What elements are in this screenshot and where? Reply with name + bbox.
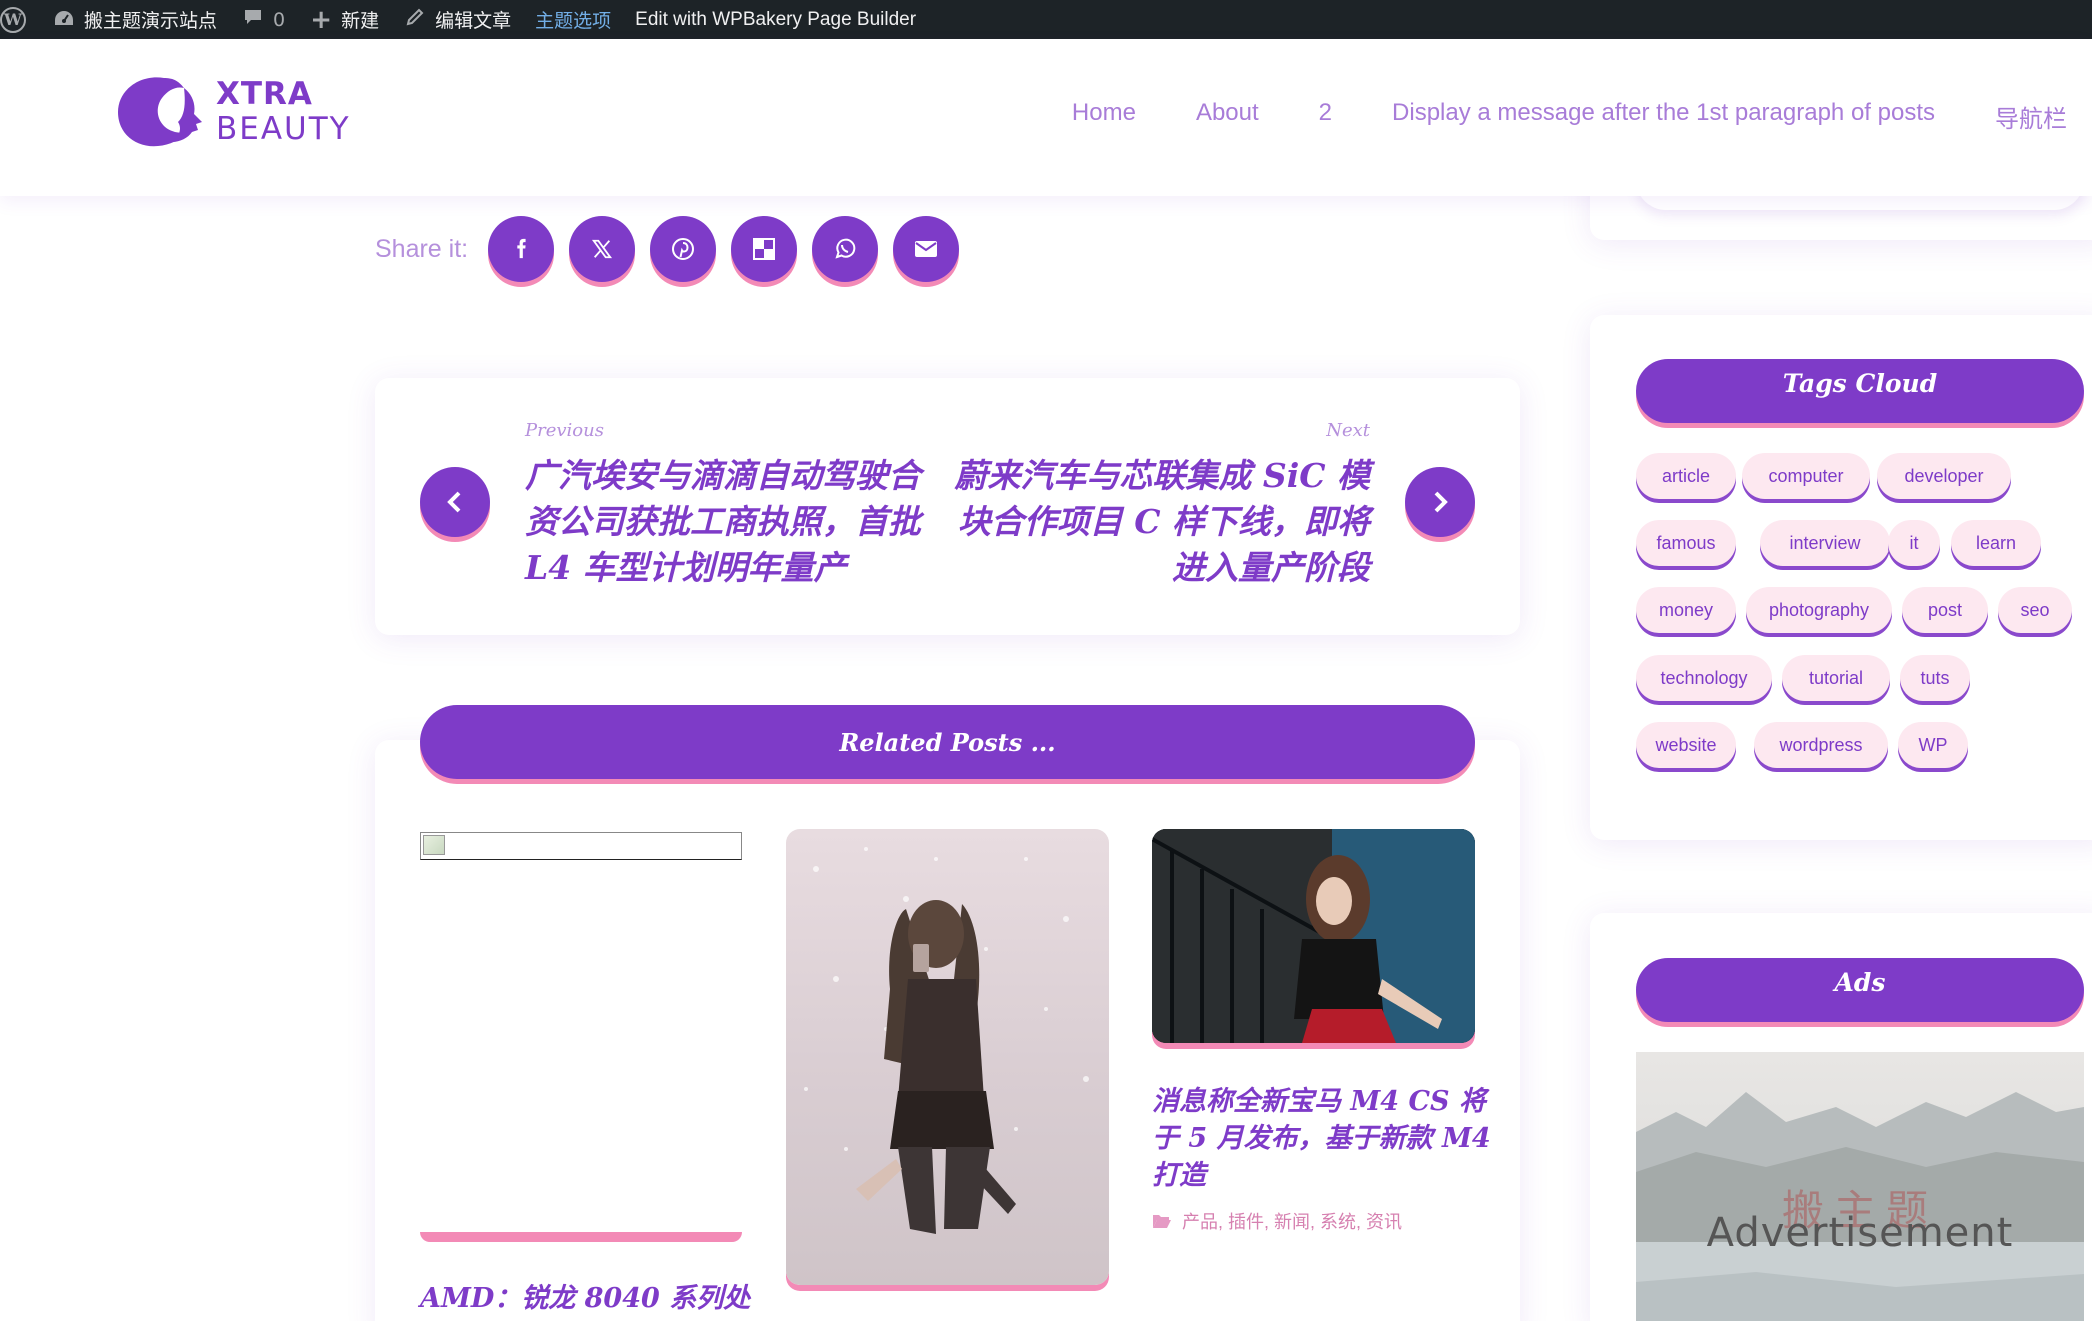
post-navigation: Previous 广汽埃安与滴滴自动驾驶合 资公司获批工商执照，首批 L4 车型… [375, 378, 1520, 635]
related-post-1-title[interactable]: AMD：锐龙 8040 系列处 [420, 1280, 750, 1317]
theme-options-label: 主题选项 [535, 10, 612, 32]
pinterest-icon [672, 238, 695, 260]
nav-item-home[interactable]: Home [1072, 99, 1136, 134]
chevron-right-icon [1434, 491, 1448, 513]
woman-on-stairs-photo [1152, 829, 1475, 1043]
edit-post-label: 编辑文章 [435, 10, 512, 32]
site-name-label: 搬主题演示站点 [84, 10, 218, 32]
comment-bubble-icon [241, 7, 265, 32]
tags-cloud-header: Tags Cloud [1636, 359, 2084, 423]
comments-count: 0 [273, 8, 286, 31]
admin-bar: W 搬主题演示站点 0 + 新建 编辑文章 主题选项 Edit with WPB… [0, 0, 2092, 39]
chevron-left-icon [447, 491, 461, 513]
next-title-line: 进入量产阶段 [1172, 548, 1370, 587]
wpbakery-label: Edit with WPBakery Page Builder [635, 8, 917, 30]
related-post-3-image[interactable] [1152, 829, 1475, 1043]
next-title-line: 块合作项目 C 样下线，即将 [957, 502, 1370, 541]
share-facebook-button[interactable] [488, 216, 555, 282]
whatsapp-icon [835, 238, 856, 259]
related-post-3-title-line: 打造 [1152, 1160, 1206, 1191]
x-icon [592, 239, 613, 259]
related-post-2-image[interactable] [786, 829, 1109, 1285]
wpbakery-link[interactable]: Edit with WPBakery Page Builder [623, 0, 928, 39]
tag-seo[interactable]: seo [1998, 587, 2072, 633]
next-post-title[interactable]: 蔚来汽车与芯联集成 SiC 模 块合作项目 C 样下线，即将 进入量产阶段 [954, 453, 1370, 591]
edit-post-link[interactable]: 编辑文章 [391, 0, 523, 39]
dashboard-icon [52, 8, 76, 32]
nav-item-display-message[interactable]: Display a message after the 1st paragrap… [1392, 99, 1935, 134]
share-email-button[interactable] [893, 216, 960, 282]
next-label: Next [1326, 420, 1370, 441]
logo-line2: BEAUTY [216, 111, 351, 147]
folder-open-icon [1153, 1215, 1171, 1228]
ad-text: Advertisement [1706, 1210, 2014, 1256]
tag-article[interactable]: article [1636, 453, 1736, 499]
share-delicious-button[interactable] [731, 216, 798, 282]
woman-kneeling-photo [804, 847, 1089, 1234]
tag-interview[interactable]: interview [1760, 520, 1890, 566]
previous-post-button[interactable] [420, 467, 490, 537]
previous-post-title[interactable]: 广汽埃安与滴滴自动驾驶合 资公司获批工商执照，首批 L4 车型计划明年量产 [525, 453, 921, 591]
ads-header: Ads [1636, 958, 2084, 1022]
nav-item-2[interactable]: 2 [1319, 99, 1332, 134]
previous-label: Previous [525, 420, 604, 441]
related-post-3-title-line: 于 5 月发布，基于新款 M4 [1152, 1123, 1491, 1154]
tag-photography[interactable]: photography [1746, 587, 1892, 633]
category-links[interactable]: 产品, 插件, 新闻, 系统, 资讯 [1182, 1208, 1402, 1234]
related-post-3-title[interactable]: 消息称全新宝马 M4 CS 将 于 5 月发布，基于新款 M4 打造 [1152, 1083, 1491, 1194]
tag-wp[interactable]: WP [1898, 722, 1968, 768]
broken-image-icon [423, 835, 445, 855]
tag-tutorial[interactable]: tutorial [1782, 655, 1890, 701]
related-post-1-underline [420, 1232, 742, 1242]
nav-item-about[interactable]: About [1196, 99, 1259, 134]
share-bar: Share it: [375, 216, 974, 282]
tag-wordpress[interactable]: wordpress [1754, 722, 1888, 768]
pencil-icon [403, 7, 427, 32]
new-content-label: 新建 [341, 10, 380, 32]
advertisement-image[interactable]: 搬主题 Advertisement [1636, 1052, 2084, 1321]
tag-website[interactable]: website [1636, 722, 1736, 768]
site-name-link[interactable]: 搬主题演示站点 [40, 0, 229, 39]
related-post-3-title-line: 消息称全新宝马 M4 CS 将 [1152, 1086, 1486, 1117]
site-header: XTRA BEAUTY Home About 2 Display a messa… [0, 39, 2092, 196]
tag-computer[interactable]: computer [1742, 453, 1870, 499]
tag-money[interactable]: money [1636, 587, 1736, 633]
tag-famous[interactable]: famous [1636, 520, 1736, 566]
share-label: Share it: [375, 234, 469, 263]
email-icon [915, 241, 938, 257]
tag-it[interactable]: it [1888, 520, 1940, 566]
share-whatsapp-button[interactable] [812, 216, 879, 282]
nav-item-navbar[interactable]: 导航栏 [1995, 99, 2067, 134]
delicious-icon [753, 238, 776, 260]
tag-learn[interactable]: learn [1951, 520, 2041, 566]
previous-title-line: 广汽埃安与滴滴自动驾驶合 [525, 456, 921, 495]
share-x-button[interactable] [569, 216, 636, 282]
related-posts-header: Related Posts ... [420, 705, 1475, 779]
next-post-button[interactable] [1405, 467, 1475, 537]
main-nav: Home About 2 Display a message after the… [1012, 99, 2067, 134]
next-title-line: 蔚来汽车与芯联集成 SiC 模 [954, 456, 1370, 495]
wordpress-menu[interactable]: W [0, 0, 40, 39]
facebook-icon [517, 238, 526, 259]
site-logo[interactable]: XTRA BEAUTY [110, 72, 351, 152]
tag-technology[interactable]: technology [1636, 655, 1772, 701]
comments-link[interactable]: 0 [229, 0, 297, 39]
tag-tuts[interactable]: tuts [1900, 655, 1970, 701]
previous-title-line: L4 车型计划明年量产 [525, 548, 847, 587]
woman-silhouette-logo-icon [110, 72, 210, 152]
plus-icon: + [310, 4, 332, 35]
new-content-link[interactable]: + 新建 [297, 0, 391, 39]
share-pinterest-button[interactable] [650, 216, 717, 282]
tag-post[interactable]: post [1902, 587, 1988, 633]
wordpress-logo-icon: W [0, 6, 26, 33]
theme-options-link[interactable]: 主题选项 [523, 0, 623, 39]
previous-title-line: 资公司获批工商执照，首批 [525, 502, 921, 541]
logo-line1: XTRA [216, 76, 313, 112]
related-post-3-categories: 产品, 插件, 新闻, 系统, 资讯 [1152, 1208, 1402, 1234]
broken-image-placeholder[interactable] [420, 832, 742, 860]
tag-developer[interactable]: developer [1877, 453, 2011, 499]
